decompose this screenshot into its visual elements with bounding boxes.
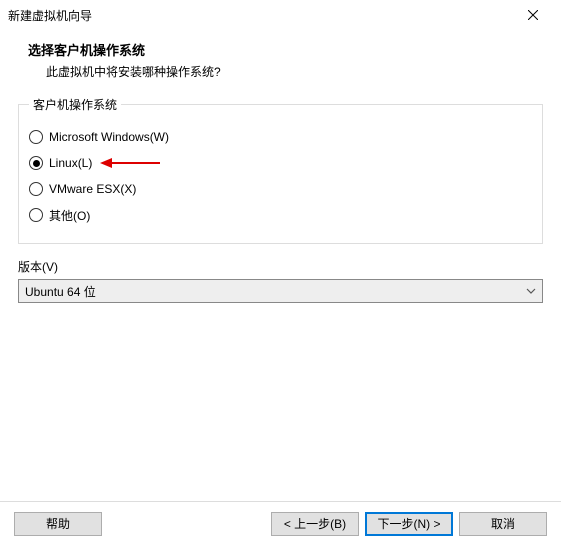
back-button[interactable]: < 上一步(B) <box>271 512 359 536</box>
window-title: 新建虚拟机向导 <box>8 7 92 24</box>
wizard-header: 选择客户机操作系统 此虚拟机中将安装哪种操作系统? <box>0 30 561 96</box>
radio-icon <box>29 182 43 196</box>
chevron-down-icon <box>526 286 536 297</box>
radio-label: VMware ESX(X) <box>49 182 136 196</box>
radio-option-vmware-esx[interactable]: VMware ESX(X) <box>29 177 532 201</box>
titlebar: 新建虚拟机向导 <box>0 0 561 30</box>
radio-label: Linux(L) <box>49 156 92 170</box>
close-icon <box>528 10 538 20</box>
next-button[interactable]: 下一步(N) > <box>365 512 453 536</box>
content-area: 客户机操作系统 Microsoft Windows(W) Linux(L) VM… <box>0 96 561 303</box>
radio-icon <box>29 130 43 144</box>
version-selected: Ubuntu 64 位 <box>25 283 96 300</box>
radio-label: 其他(O) <box>49 207 90 224</box>
cancel-button[interactable]: 取消 <box>459 512 547 536</box>
page-subtitle: 此虚拟机中将安装哪种操作系统? <box>8 63 553 80</box>
radio-icon <box>29 208 43 222</box>
page-title: 选择客户机操作系统 <box>8 40 553 59</box>
version-label: 版本(V) <box>18 258 543 275</box>
radio-option-windows[interactable]: Microsoft Windows(W) <box>29 125 532 149</box>
radio-option-other[interactable]: 其他(O) <box>29 203 532 227</box>
close-button[interactable] <box>513 1 553 29</box>
annotation-arrow-icon <box>100 156 160 173</box>
guest-os-legend: 客户机操作系统 <box>29 96 121 113</box>
radio-icon <box>29 156 43 170</box>
help-button[interactable]: 帮助 <box>14 512 102 536</box>
guest-os-fieldset: 客户机操作系统 Microsoft Windows(W) Linux(L) VM… <box>18 96 543 244</box>
radio-label: Microsoft Windows(W) <box>49 130 169 144</box>
version-dropdown[interactable]: Ubuntu 64 位 <box>18 279 543 303</box>
radio-option-linux[interactable]: Linux(L) <box>29 151 532 175</box>
wizard-footer: 帮助 < 上一步(B) 下一步(N) > 取消 <box>0 501 561 545</box>
